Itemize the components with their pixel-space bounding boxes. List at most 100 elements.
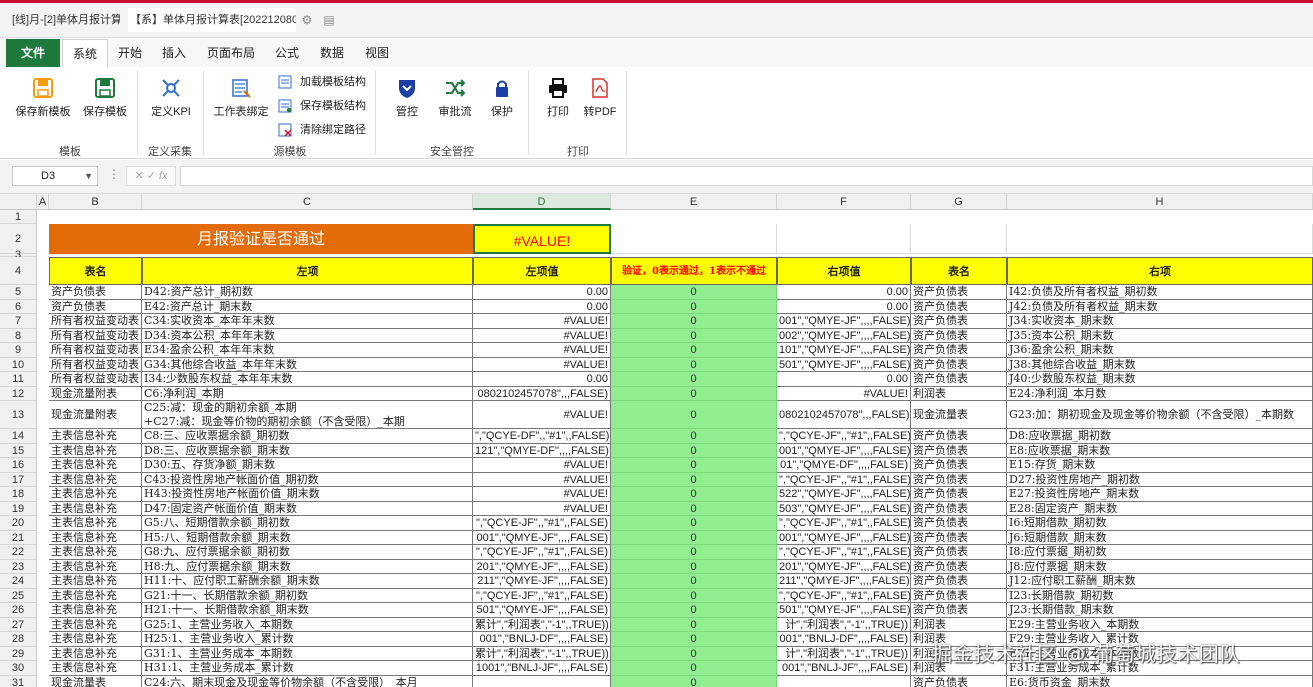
cell-left-item[interactable]: G21:十一、长期借款余额_期初数 bbox=[142, 588, 473, 603]
cell-right-item[interactable]: J36:盈余公积_期末数 bbox=[1007, 343, 1313, 358]
cell-table-name[interactable]: 主表信息补充 bbox=[49, 516, 142, 531]
column-header-b[interactable]: B bbox=[49, 194, 142, 210]
cell-right-item[interactable]: I8:应付票据_期初数 bbox=[1007, 545, 1313, 560]
cell-left-value[interactable]: #VALUE! bbox=[473, 472, 611, 487]
row-header[interactable]: 11 bbox=[0, 372, 37, 387]
cell-right-item[interactable]: G23:加：期初现金及现金等价物余额（不含受限）_本期数 bbox=[1007, 401, 1313, 429]
cell-right-value[interactable]: 001","QMYE-JF",,,,FALSE) bbox=[777, 443, 911, 458]
save-structure-button[interactable]: 保存模板结构 bbox=[278, 97, 366, 115]
cell-right-item[interactable]: E8:应收票据_期末数 bbox=[1007, 443, 1313, 458]
cell-right-item[interactable]: E15:存货_期末数 bbox=[1007, 458, 1313, 473]
cell-right-item[interactable]: E29:主营业务收入_本期数 bbox=[1007, 617, 1313, 632]
cell-right-value[interactable]: 001","BNLJ-JF",,,,FALSE) bbox=[777, 661, 911, 676]
row-header[interactable]: 14 bbox=[0, 429, 37, 444]
protect-button[interactable]: 保护 bbox=[486, 77, 518, 119]
row-header[interactable]: 30 bbox=[0, 661, 37, 676]
cell-check[interactable]: 0 bbox=[611, 530, 777, 545]
cell-left-item[interactable]: I34:少数股东权益_本年年末数 bbox=[142, 372, 473, 387]
cell-check[interactable]: 0 bbox=[611, 559, 777, 574]
cell-table-name-right[interactable]: 资产负债表 bbox=[911, 516, 1007, 531]
cell-right-item[interactable]: E27:投资性房地产_期末数 bbox=[1007, 487, 1313, 502]
doc-tab-1[interactable]: [线]月-[2]单体月报计算 bbox=[12, 8, 120, 32]
cell-left-value[interactable]: ","QCYE-JF",,"#1",,FALSE) bbox=[473, 588, 611, 603]
cell-left-value[interactable]: #VALUE! bbox=[473, 328, 611, 343]
cell-right-value[interactable]: 001","QMYE-JF",,,,FALSE) bbox=[777, 530, 911, 545]
cell-check[interactable]: 0 bbox=[611, 386, 777, 401]
cell-table-name[interactable]: 所有者权益变动表 bbox=[49, 328, 142, 343]
cell-left-value[interactable]: #VALUE! bbox=[473, 343, 611, 358]
cell-check[interactable]: 0 bbox=[611, 314, 777, 329]
cell-right-value[interactable]: 0.00 bbox=[777, 299, 911, 314]
cell-left-item[interactable]: G34:其他综合收益_本年年末数 bbox=[142, 357, 473, 372]
cell-right-item[interactable]: J35:资本公积_期末数 bbox=[1007, 328, 1313, 343]
cell-check[interactable]: 0 bbox=[611, 574, 777, 589]
cell-left-value[interactable]: 0.00 bbox=[473, 285, 611, 300]
chevron-down-icon[interactable]: ▼ bbox=[84, 167, 93, 185]
cell-right-value[interactable]: 501","QMYE-JF",,,,FALSE) bbox=[777, 357, 911, 372]
cell-check[interactable]: 0 bbox=[611, 299, 777, 314]
cell-right-value[interactable]: 001","BNLJ-DF",,,,FALSE) bbox=[777, 632, 911, 647]
select-all-corner[interactable] bbox=[0, 194, 37, 210]
define-kpi-button[interactable]: 定义KPI bbox=[146, 77, 196, 119]
cell-left-value[interactable]: #VALUE! bbox=[473, 458, 611, 473]
cell-check[interactable]: 0 bbox=[611, 328, 777, 343]
cell-left-value[interactable]: 累计","利润表","-1",,TRUE)) bbox=[473, 617, 611, 632]
cell-right-item[interactable]: J6:短期借款_期末数 bbox=[1007, 530, 1313, 545]
cell-table-name[interactable]: 主表信息补充 bbox=[49, 530, 142, 545]
cell-check[interactable]: 0 bbox=[611, 661, 777, 676]
row-header[interactable]: 5 bbox=[0, 285, 37, 300]
cell-table-name-right[interactable]: 资产负债表 bbox=[911, 314, 1007, 329]
cell-check[interactable]: 0 bbox=[611, 443, 777, 458]
cell-left-value[interactable]: 201","QMYE-JF",,,,FALSE) bbox=[473, 559, 611, 574]
cell-table-name-right[interactable]: 资产负债表 bbox=[911, 588, 1007, 603]
row-header[interactable]: 9 bbox=[0, 343, 37, 358]
cell-right-item[interactable]: J12:应付职工薪酬_期末数 bbox=[1007, 574, 1313, 589]
column-header-e[interactable]: E bbox=[611, 194, 777, 210]
cell-right-value[interactable]: ","QCYE-JF",,"#1",,FALSE) bbox=[777, 472, 911, 487]
cell-right-value[interactable]: 522","QMYE-JF",,,,FALSE) bbox=[777, 487, 911, 502]
cell-left-item[interactable]: D42:资产总计_期初数 bbox=[142, 285, 473, 300]
cell-left-item[interactable]: H21:十一、长期借款余额_期末数 bbox=[142, 603, 473, 618]
approval-button[interactable]: 审批流 bbox=[434, 77, 476, 119]
cell-table-name-right[interactable]: 资产负债表 bbox=[911, 328, 1007, 343]
cell-left-value[interactable]: 0.00 bbox=[473, 372, 611, 387]
cell-left-item[interactable]: D34:资本公积_本年年末数 bbox=[142, 328, 473, 343]
column-header-c[interactable]: C bbox=[142, 194, 473, 210]
cell-left-item[interactable]: C6:净利润_本期 bbox=[142, 386, 473, 401]
cell-left-value[interactable]: 1001","BNLJ-JF",,,,FALSE) bbox=[473, 661, 611, 676]
row-header[interactable]: 8 bbox=[0, 328, 37, 343]
cell-right-item[interactable]: J23:长期借款_期末数 bbox=[1007, 603, 1313, 618]
row-header[interactable]: 21 bbox=[0, 530, 37, 545]
menu-data[interactable]: 数据 bbox=[312, 39, 352, 67]
row-header[interactable]: 19 bbox=[0, 501, 37, 516]
row-header[interactable]: 4 bbox=[0, 257, 37, 285]
column-header-f[interactable]: F bbox=[777, 194, 911, 210]
document-icon[interactable]: ▤ bbox=[322, 13, 336, 27]
cell-check[interactable]: 0 bbox=[611, 545, 777, 560]
cell-left-value[interactable]: 121","QMYE-DF",,,,FALSE) bbox=[473, 443, 611, 458]
row-header[interactable]: 10 bbox=[0, 357, 37, 372]
cell-table-name[interactable]: 现金流量附表 bbox=[49, 401, 142, 429]
cell-left-value[interactable]: ","QCYE-DF",,"#1",,FALSE) bbox=[473, 429, 611, 444]
cell-left-item[interactable]: C24:六、期末现金及现金等价物余额（不含受限）_本月 bbox=[142, 675, 473, 687]
cell-check[interactable]: 0 bbox=[611, 487, 777, 502]
menu-formula[interactable]: 公式 bbox=[268, 39, 306, 67]
row-header[interactable]: 16 bbox=[0, 458, 37, 473]
cell-left-item[interactable]: C8:三、应收票据余额_期初数 bbox=[142, 429, 473, 444]
empty-cell[interactable] bbox=[1007, 224, 1313, 254]
cell-table-name[interactable]: 主表信息补充 bbox=[49, 646, 142, 661]
cell-table-name[interactable]: 主表信息补充 bbox=[49, 632, 142, 647]
row-header[interactable]: 12 bbox=[0, 386, 37, 401]
menu-insert[interactable]: 插入 bbox=[154, 39, 194, 67]
cell-table-name[interactable]: 现金流量表 bbox=[49, 675, 142, 687]
cell-table-name[interactable]: 主表信息补充 bbox=[49, 472, 142, 487]
cell-left-item[interactable]: D8:三、应收票据余额_期末数 bbox=[142, 443, 473, 458]
cell-left-value[interactable]: #VALUE! bbox=[473, 487, 611, 502]
cell-check[interactable]: 0 bbox=[611, 429, 777, 444]
formula-tools[interactable]: ✕ ✓ fx bbox=[126, 166, 176, 186]
cell-right-value[interactable]: 0.00 bbox=[777, 285, 911, 300]
load-structure-button[interactable]: 加载模板结构 bbox=[278, 73, 366, 91]
cell-right-item[interactable]: J40:少数股东权益_期末数 bbox=[1007, 372, 1313, 387]
cell-right-item[interactable]: E24:净利润_本月数 bbox=[1007, 386, 1313, 401]
cell-right-value[interactable]: 0802102457078",,,FALSE) bbox=[777, 401, 911, 429]
